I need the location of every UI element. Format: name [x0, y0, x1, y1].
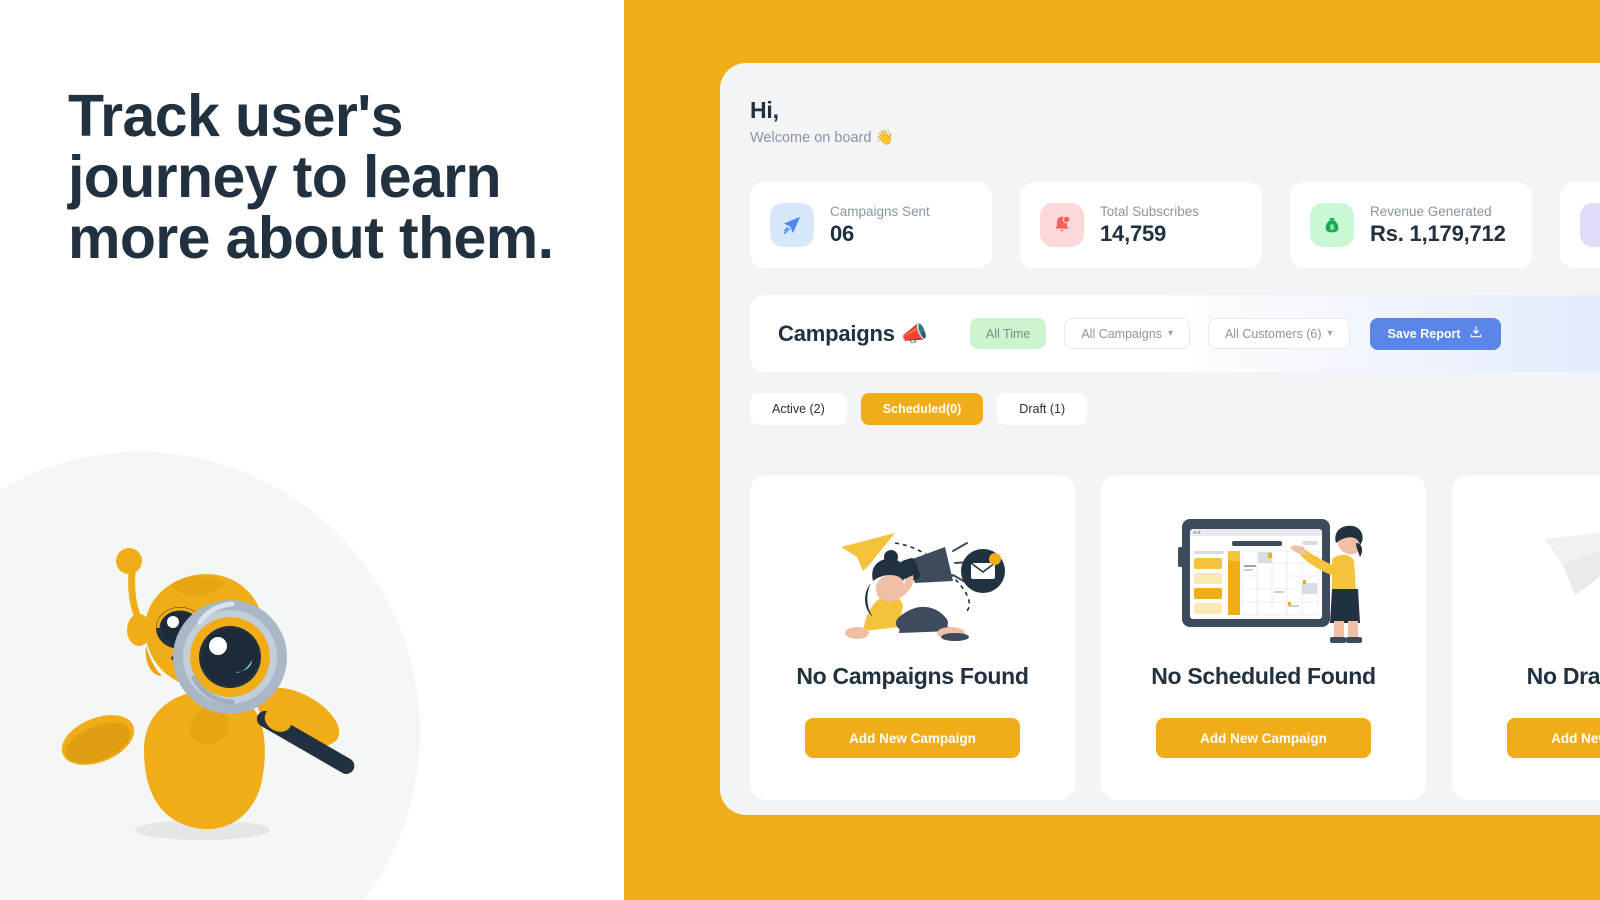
send-icon [770, 203, 814, 247]
stat-card-campaigns-sent[interactable]: Campaigns Sent 06 [750, 182, 992, 268]
empty-card-campaigns: No Campaigns Found Add New Campaign [750, 475, 1075, 800]
dashboard-panel: Hi, Welcome on board 👋 Campaigns Sent 06 [720, 63, 1600, 815]
stat-label: Total Subscribes [1100, 203, 1200, 219]
stat-label: Campaigns Sent [830, 203, 930, 219]
chevron-down-icon: ▾ [1327, 328, 1333, 339]
filter-all-customers-label: All Customers (6) [1224, 326, 1322, 341]
stat-value: Rs. 1,179,712 [1370, 220, 1506, 246]
stat-card-total-subscribes[interactable]: Total Subscribes 14,759 [1020, 182, 1262, 268]
paper-plane-illustration [1505, 499, 1600, 649]
bell-icon [1040, 203, 1084, 247]
empty-card-scheduled: No Scheduled Found Add New Campaign [1101, 475, 1426, 800]
empty-card-title: No Drafts Found [1526, 663, 1600, 689]
add-new-campaign-button[interactable]: Add New Campaign [1156, 718, 1371, 758]
svg-text:$: $ [1329, 223, 1334, 232]
hero-panel: Track user's journey to learn more about… [0, 0, 624, 900]
filter-all-campaigns-label: All Campaigns [1081, 326, 1162, 341]
calendar-tablet-woman-illustration [1154, 499, 1374, 649]
empty-card-title: No Scheduled Found [1151, 663, 1376, 689]
filter-all-customers[interactable]: All Customers (6) ▾ [1207, 318, 1350, 349]
page-root: Track user's journey to learn more about… [0, 0, 1600, 900]
stats-row: Campaigns Sent 06 Total Subscribes 14,75… [750, 182, 1600, 268]
add-new-campaign-button[interactable]: Add New Campaign [805, 718, 1020, 758]
chart-icon [1580, 203, 1600, 247]
stat-label: Revenue Generated [1370, 203, 1492, 219]
tab-scheduled[interactable]: Scheduled(0) [860, 393, 984, 425]
tab-draft[interactable]: Draft (1) [997, 393, 1088, 425]
campaigns-title: Campaigns 📣 [778, 320, 928, 346]
save-report-label: Save Report [1387, 326, 1461, 341]
empty-card-draft: No Drafts Found Add New Campaign [1452, 475, 1600, 800]
stat-value: 06 [830, 220, 855, 246]
stat-value: 14,759 [1100, 220, 1167, 246]
page-title: Track user's journey to learn more about… [68, 83, 554, 271]
stat-card-revenue-generated[interactable]: $ Revenue Generated Rs. 1,179,712 [1290, 182, 1532, 268]
tab-active[interactable]: Active (2) [750, 393, 847, 425]
campaigns-toolbar: Campaigns 📣 All Time All Campaigns ▾ All… [750, 295, 1600, 372]
greeting-title: Hi, [750, 97, 779, 123]
add-new-campaign-button[interactable]: Add New Campaign [1507, 718, 1600, 758]
filter-all-campaigns[interactable]: All Campaigns ▾ [1064, 318, 1190, 349]
megaphone-woman-illustration [803, 499, 1023, 649]
greeting-subtitle: Welcome on board 👋 [750, 130, 894, 146]
empty-state-cards: No Campaigns Found Add New Campaign No S… [750, 475, 1600, 800]
amber-background: Hi, Welcome on board 👋 Campaigns Sent 06 [624, 0, 1600, 900]
chevron-down-icon: ▾ [1167, 328, 1173, 339]
stat-card-fourth-cut-off[interactable] [1560, 182, 1600, 268]
money-bag-icon: $ [1310, 203, 1354, 247]
empty-card-title: No Campaigns Found [796, 663, 1029, 689]
campaign-tabs: Active (2) Scheduled(0) Draft (1) [750, 393, 1088, 425]
robot-magnifier-mascot [40, 450, 420, 870]
save-report-button[interactable]: Save Report [1369, 317, 1501, 350]
filter-all-time[interactable]: All Time [969, 318, 1047, 349]
download-icon [1469, 325, 1483, 342]
